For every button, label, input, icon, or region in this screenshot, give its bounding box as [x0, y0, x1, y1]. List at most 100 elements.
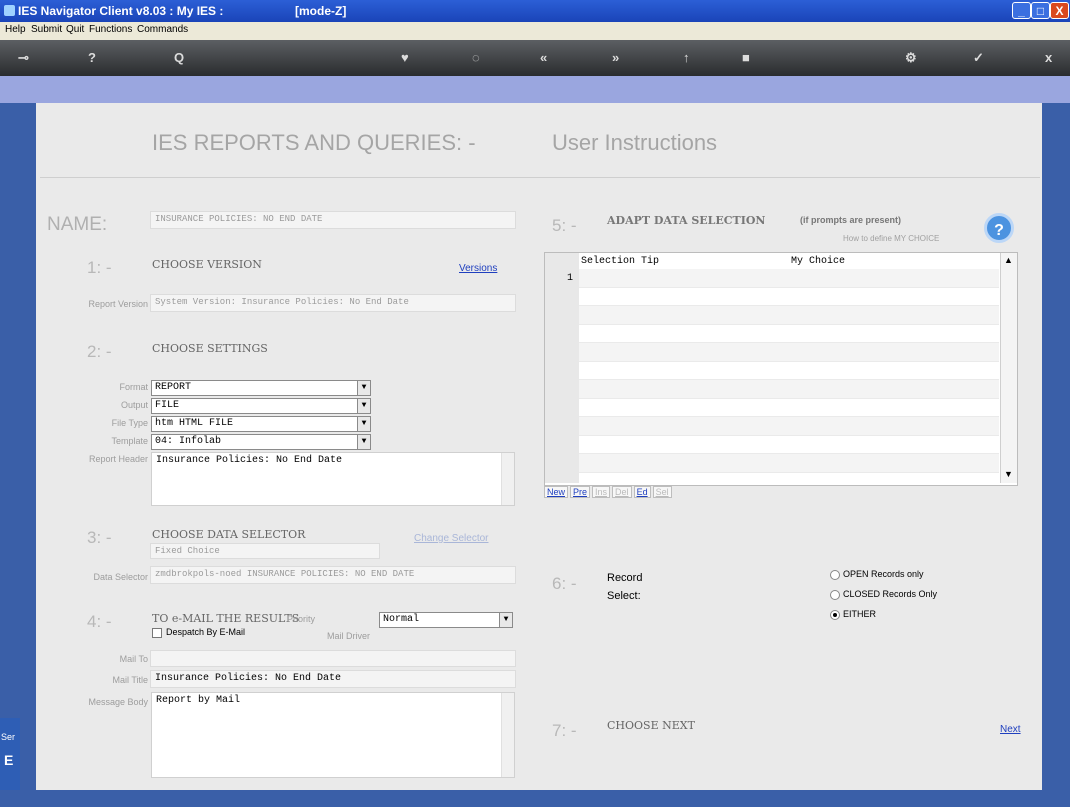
step6-number: 6: - — [552, 574, 577, 593]
column-selection-tip: Selection Tip — [581, 256, 660, 267]
template-value: 04: Infolab — [155, 436, 222, 447]
menu-commands[interactable]: Commands — [137, 24, 188, 35]
scroll-down-icon[interactable]: ▼ — [1004, 469, 1013, 479]
report-version-field[interactable]: System Version: Insurance Policies: No E… — [150, 294, 516, 312]
minimize-button[interactable]: _ — [1012, 2, 1031, 19]
radio-label: EITHER — [843, 609, 877, 619]
previous-row-button[interactable]: Pre — [570, 486, 591, 498]
bottom-bar — [0, 790, 1070, 807]
menu-help[interactable]: Help — [5, 24, 26, 35]
header-stripe — [0, 76, 1070, 103]
how-to-define-link[interactable]: How to define MY CHOICE — [843, 234, 939, 243]
format-label: Format — [119, 382, 148, 392]
gear-icon[interactable]: ⚙ — [905, 50, 917, 66]
help-button[interactable]: ? — [984, 213, 1014, 243]
radio-label: OPEN Records only — [843, 569, 924, 579]
table-row[interactable] — [579, 417, 999, 436]
close-icon[interactable]: x — [1045, 50, 1052, 65]
help-icon[interactable]: ? — [88, 50, 96, 65]
data-selector-field[interactable]: zmdbrokpols-noed INSURANCE POLICIES: NO … — [150, 566, 516, 584]
key-icon[interactable]: ⊸ — [18, 50, 29, 66]
output-label: Output — [120, 400, 148, 410]
step1-number: 1: - — [87, 258, 112, 277]
mail-to-label: Mail To — [119, 654, 148, 664]
square-icon[interactable]: ■ — [742, 50, 750, 65]
menu-quit[interactable]: Quit — [66, 24, 84, 35]
report-header-textarea[interactable]: Insurance Policies: No End Date — [151, 452, 515, 506]
check-icon[interactable]: ✓ — [973, 50, 984, 66]
message-body-textarea[interactable]: Report by Mail — [151, 692, 515, 778]
despatch-checkbox[interactable]: Despatch By E-Mail — [152, 627, 245, 638]
grid-scrollbar[interactable]: ▲ ▼ — [1000, 253, 1017, 483]
radio-icon — [830, 569, 840, 580]
table-row[interactable] — [579, 343, 999, 362]
heart-icon[interactable]: ♥ — [401, 50, 409, 65]
table-row[interactable] — [579, 362, 999, 380]
template-select[interactable]: 04: Infolab ▼ — [151, 434, 371, 450]
select-row-button[interactable]: Sel — [652, 486, 672, 498]
table-row[interactable] — [579, 399, 999, 417]
table-row[interactable] — [579, 325, 999, 343]
table-row[interactable] — [579, 454, 999, 473]
chevron-down-icon: ▼ — [357, 417, 370, 431]
template-label: Template — [111, 436, 148, 446]
table-row[interactable] — [579, 436, 999, 454]
file-type-select[interactable]: htm HTML FILE ▼ — [151, 416, 371, 432]
scrollbar[interactable] — [501, 693, 514, 777]
step7-number: 7: - — [552, 721, 577, 740]
next-link[interactable]: Next — [1000, 724, 1021, 735]
radio-closed-records[interactable]: CLOSED Records Only — [830, 589, 937, 600]
priority-select[interactable]: Normal ▼ — [379, 612, 513, 628]
close-button[interactable]: X — [1050, 2, 1069, 19]
grid-rows — [579, 269, 999, 491]
table-row[interactable] — [579, 306, 999, 325]
delete-row-button[interactable]: Del — [612, 486, 632, 498]
menu-bar: Help Submit Quit Functions Commands — [0, 22, 1070, 40]
output-select[interactable]: FILE ▼ — [151, 398, 371, 414]
selection-grid: 1 Selection Tip My Choice ▲ ▼ — [544, 252, 1018, 491]
chevron-down-icon: ▼ — [499, 613, 512, 627]
output-value: FILE — [155, 400, 180, 411]
side-tab[interactable]: Ser E — [0, 718, 20, 798]
search-icon[interactable]: Q — [174, 50, 184, 65]
chevron-down-icon: ▼ — [357, 435, 370, 449]
maximize-button[interactable]: □ — [1031, 2, 1050, 19]
scroll-up-icon[interactable]: ▲ — [1004, 255, 1013, 265]
arrow-up-icon[interactable]: ↑ — [683, 50, 690, 65]
new-row-button[interactable]: New — [544, 486, 569, 498]
data-selector-label: Data Selector — [93, 572, 148, 582]
change-selector-link[interactable]: Change Selector — [414, 533, 489, 544]
insert-row-button[interactable]: Ins — [592, 486, 611, 498]
versions-link[interactable]: Versions — [459, 263, 497, 274]
app-icon — [4, 5, 15, 16]
step6-title-record: Record — [607, 572, 643, 584]
menu-functions[interactable]: Functions — [89, 24, 132, 35]
mail-to-field[interactable] — [150, 650, 516, 667]
checkbox-icon — [152, 627, 162, 638]
edit-row-button[interactable]: Ed — [633, 486, 651, 498]
row-number-column: 1 — [545, 253, 579, 483]
next-icon[interactable]: » — [612, 50, 619, 65]
grid-buttons: New Pre Ins Del Ed Sel — [544, 486, 674, 500]
name-label: NAME: — [47, 214, 108, 235]
chevron-down-icon: ▼ — [357, 381, 370, 395]
despatch-label: Despatch By E-Mail — [166, 627, 246, 637]
radio-either[interactable]: EITHER — [830, 609, 876, 620]
mail-title-field[interactable]: Insurance Policies: No End Date — [150, 670, 516, 688]
table-row[interactable] — [579, 380, 999, 399]
name-field[interactable]: INSURANCE POLICIES: NO END DATE — [150, 211, 516, 229]
column-my-choice: My Choice — [791, 256, 846, 267]
previous-icon[interactable]: « — [540, 50, 547, 65]
radio-open-records[interactable]: OPEN Records only — [830, 569, 924, 580]
priority-label: Priority — [286, 614, 315, 624]
report-header-label: Report Header — [88, 454, 148, 464]
grid-header: Selection Tip My Choice — [545, 253, 1005, 269]
divider — [40, 177, 1040, 178]
scrollbar[interactable] — [501, 453, 514, 505]
table-row[interactable] — [579, 288, 999, 306]
menu-submit[interactable]: Submit — [31, 24, 62, 35]
format-select[interactable]: REPORT ▼ — [151, 380, 371, 396]
report-version-label: Report Version — [88, 299, 148, 309]
refresh-icon[interactable]: ◌ — [472, 50, 480, 65]
table-row[interactable] — [579, 269, 999, 288]
